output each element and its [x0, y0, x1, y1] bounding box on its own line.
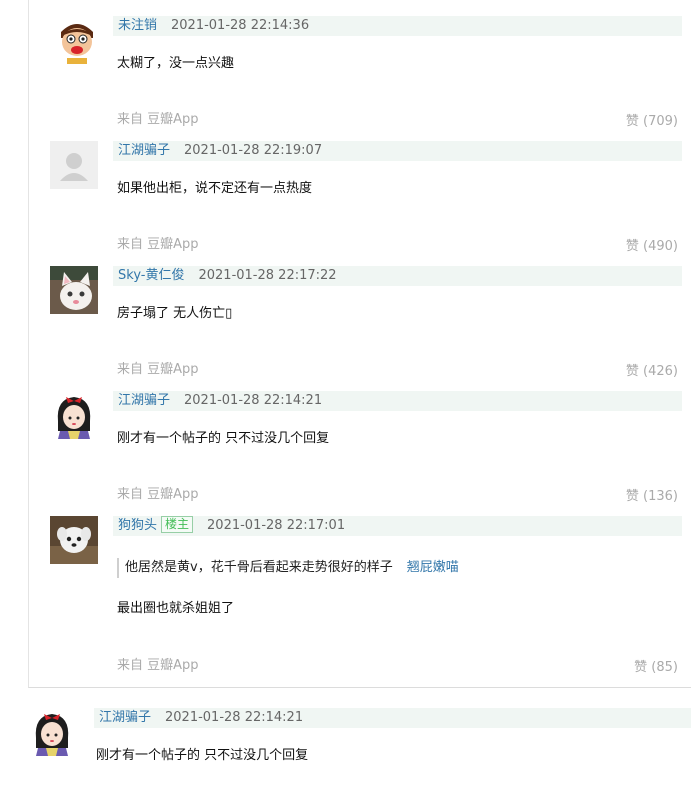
reply-time: 2021-01-28 22:19:07 — [184, 143, 323, 158]
white-cat-avatar[interactable] — [50, 266, 98, 314]
like-button[interactable]: 赞 (85) — [634, 658, 678, 678]
reply-time: 2021-01-28 22:14:36 — [171, 18, 310, 33]
source-label: 来自 豆瓣App — [117, 112, 199, 127]
reply-meta: 江湖骗子 2021-01-28 22:19:07 — [113, 141, 682, 161]
reply-item: Sky-黄仁俊 2021-01-28 22:17:22 房子塌了 无人伤亡▯ 来自… — [29, 260, 691, 385]
reply-item: 狗狗头 楼主 2021-01-28 22:17:01 他居然是黄v，花千骨后看起来走… — [29, 510, 691, 688]
reply-item: 江湖骗子 2021-01-28 22:19:07 如果他出柜，说不定还有一点热度 … — [29, 135, 691, 260]
reply-text: 房子塌了 无人伤亡▯ — [117, 306, 233, 321]
white-dog-avatar[interactable] — [50, 516, 98, 564]
like-button[interactable]: 赞 (136) — [626, 487, 678, 507]
reply-time: 2021-01-28 22:14:21 — [184, 393, 323, 408]
author-link[interactable]: 未注销 — [113, 18, 157, 33]
main-comment: 江湖骗子 2021-01-28 22:14:21 刚才有一个帖子的 只不过没几个回… — [0, 700, 691, 786]
quoted-reply: 他居然是黄v，花千骨后看起来走势很好的样子 翘屁嫩喵 — [117, 558, 459, 578]
reply-list: 未注销 2021-01-28 22:14:36 太糊了，没一点兴趣 来自 豆瓣Ap… — [28, 0, 691, 688]
op-badge: 楼主 — [161, 516, 194, 533]
author-link[interactable]: 狗狗头 — [113, 518, 157, 533]
like-button[interactable]: 赞 (490) — [626, 237, 678, 257]
reply-time: 2021-01-28 22:17:01 — [207, 518, 346, 533]
like-button[interactable]: 赞 (426) — [626, 362, 678, 382]
reply-text: 太糊了，没一点兴趣 — [117, 56, 235, 71]
reply-text: 最出圈也就杀姐姐了 — [117, 601, 235, 616]
reply-text: 刚才有一个帖子的 只不过没几个回复 — [117, 431, 330, 446]
comment-time: 2021-01-28 22:14:21 — [165, 710, 304, 725]
comment-thread: 未注销 2021-01-28 22:14:36 太糊了，没一点兴趣 来自 豆瓣Ap… — [0, 0, 691, 786]
reply-item: 江湖骗子 2021-01-28 22:14:21 刚才有一个帖子的 只不过没几个回… — [29, 385, 691, 510]
author-link[interactable]: 江湖骗子 — [94, 710, 151, 725]
quote-author-link[interactable]: 翘屁嫩喵 — [407, 560, 459, 575]
source-label: 来自 豆瓣App — [117, 237, 199, 252]
reply-item: 未注销 2021-01-28 22:14:36 太糊了，没一点兴趣 来自 豆瓣Ap… — [29, 0, 691, 135]
snow-white-avatar[interactable] — [50, 391, 98, 439]
cartoon-boy-avatar[interactable] — [53, 16, 101, 64]
reply-meta: Sky-黄仁俊 2021-01-28 22:17:22 — [113, 266, 682, 286]
like-button[interactable]: 赞 (709) — [626, 112, 678, 132]
source-label: 来自 豆瓣App — [117, 658, 199, 673]
reply-meta: 江湖骗子 2021-01-28 22:14:21 — [113, 391, 682, 411]
author-link[interactable]: 江湖骗子 — [113, 393, 170, 408]
comment-meta: 江湖骗子 2021-01-28 22:14:21 — [94, 708, 691, 728]
author-link[interactable]: 江湖骗子 — [113, 143, 170, 158]
snow-white-avatar[interactable] — [28, 708, 76, 756]
default-user-avatar[interactable] — [50, 141, 98, 189]
comment-text: 刚才有一个帖子的 只不过没几个回复 — [96, 748, 309, 763]
reply-meta: 未注销 2021-01-28 22:14:36 — [113, 16, 682, 36]
source-label: 来自 豆瓣App — [117, 487, 199, 502]
reply-meta: 狗狗头 楼主 2021-01-28 22:17:01 — [113, 516, 682, 536]
quote-text: 他居然是黄v，花千骨后看起来走势很好的样子 — [125, 560, 393, 575]
reply-text: 如果他出柜，说不定还有一点热度 — [117, 181, 313, 196]
source-label: 来自 豆瓣App — [117, 362, 199, 377]
reply-time: 2021-01-28 22:17:22 — [198, 268, 337, 283]
author-link[interactable]: Sky-黄仁俊 — [113, 268, 184, 283]
